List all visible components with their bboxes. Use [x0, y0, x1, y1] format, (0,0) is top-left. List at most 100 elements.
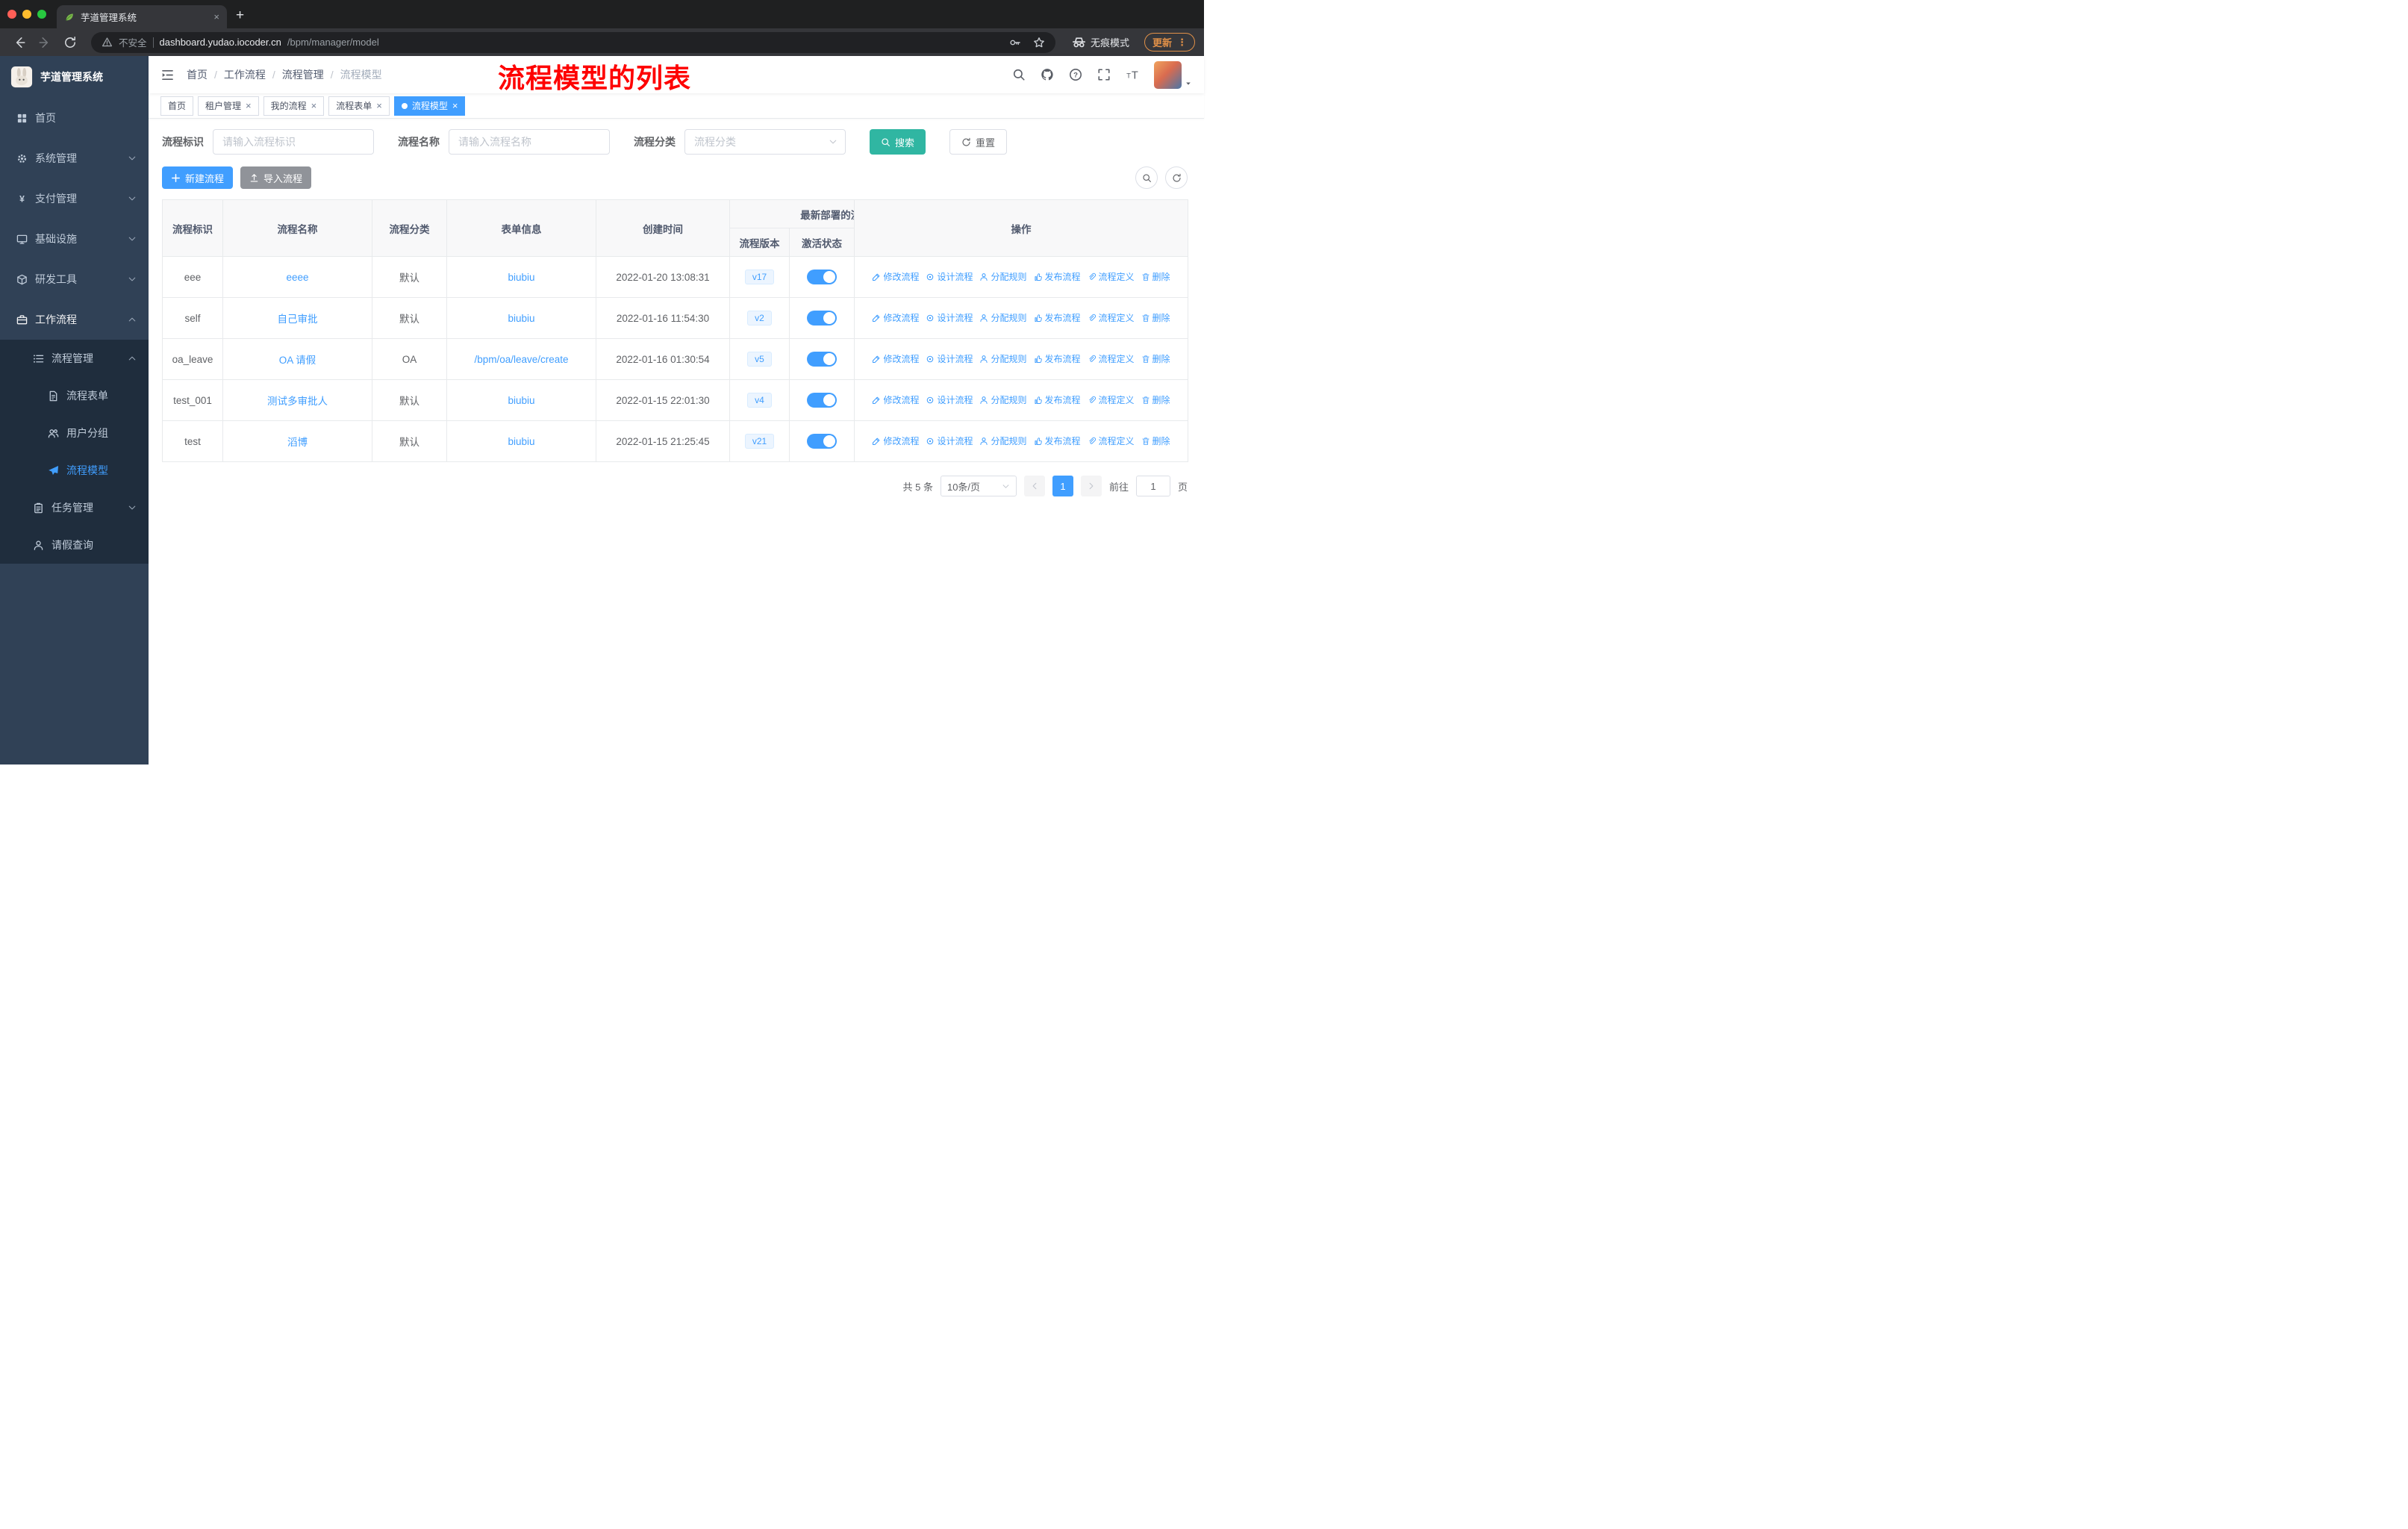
avatar[interactable]: [1154, 60, 1182, 89]
refresh-table-button[interactable]: [1165, 166, 1188, 189]
publish-process-action[interactable]: 发布流程: [1034, 352, 1081, 365]
process-name-link[interactable]: 测试多审批人: [267, 396, 328, 407]
tag-item-2[interactable]: 我的流程 ×: [263, 96, 325, 116]
publish-process-action[interactable]: 发布流程: [1034, 393, 1081, 406]
process-definition-action[interactable]: 流程定义: [1088, 393, 1135, 406]
sidebar-item-4[interactable]: 研发工具: [0, 259, 149, 299]
sidebar-item-9[interactable]: 流程模型: [0, 452, 149, 489]
activation-toggle[interactable]: [807, 311, 837, 326]
sidebar-item-3[interactable]: 基础设施: [0, 219, 149, 259]
tag-close-icon[interactable]: ×: [376, 101, 382, 110]
prev-page-button[interactable]: [1023, 476, 1045, 496]
github-icon[interactable]: [1041, 68, 1054, 81]
publish-process-action[interactable]: 发布流程: [1034, 311, 1081, 324]
sidebar-fold-button[interactable]: [160, 68, 175, 82]
delete-action[interactable]: 删除: [1141, 311, 1170, 324]
edit-process-action[interactable]: 修改流程: [872, 435, 919, 447]
tag-close-icon[interactable]: ×: [311, 101, 317, 110]
sidebar-item-10[interactable]: 任务管理: [0, 489, 149, 526]
design-process-action[interactable]: 设计流程: [926, 270, 973, 283]
create-process-button[interactable]: 新建流程: [162, 166, 234, 189]
process-name-link[interactable]: OA 请假: [279, 355, 316, 366]
process-name-link[interactable]: 滔博: [287, 437, 308, 448]
form-info-link[interactable]: biubiu: [508, 395, 534, 406]
process-id-input[interactable]: [213, 129, 374, 155]
process-name-link[interactable]: 自己审批: [278, 314, 318, 325]
new-tab-button[interactable]: +: [236, 7, 244, 24]
design-process-action[interactable]: 设计流程: [926, 435, 973, 447]
reset-button[interactable]: 重置: [949, 129, 1008, 155]
activation-toggle[interactable]: [807, 393, 837, 408]
breadcrumb-item[interactable]: 流程管理: [266, 67, 324, 82]
publish-process-action[interactable]: 发布流程: [1034, 270, 1081, 283]
process-definition-action[interactable]: 流程定义: [1088, 311, 1135, 324]
delete-action[interactable]: 删除: [1141, 352, 1170, 365]
breadcrumb-item[interactable]: 首页: [187, 67, 208, 82]
window-close-button[interactable]: [7, 10, 16, 19]
assign-rule-action[interactable]: 分配规则: [979, 270, 1027, 283]
process-name-input[interactable]: [449, 129, 610, 155]
edit-process-action[interactable]: 修改流程: [872, 270, 919, 283]
tag-close-icon[interactable]: ×: [246, 101, 252, 110]
assign-rule-action[interactable]: 分配规则: [979, 311, 1027, 324]
tag-item-1[interactable]: 租户管理 ×: [198, 96, 259, 116]
edit-process-action[interactable]: 修改流程: [872, 352, 919, 365]
design-process-action[interactable]: 设计流程: [926, 352, 973, 365]
help-icon[interactable]: ?: [1069, 68, 1082, 81]
sidebar-item-5[interactable]: 工作流程: [0, 299, 149, 340]
browser-update-button[interactable]: 更新 ⋮: [1144, 33, 1195, 52]
assign-rule-action[interactable]: 分配规则: [979, 393, 1027, 406]
window-minimize-button[interactable]: [22, 10, 31, 19]
toggle-search-button[interactable]: [1135, 166, 1158, 189]
category-select[interactable]: 流程分类: [684, 129, 846, 155]
tag-item-4[interactable]: 流程模型 ×: [393, 96, 466, 116]
sidebar-item-8[interactable]: 用户分组: [0, 414, 149, 452]
edit-process-action[interactable]: 修改流程: [872, 393, 919, 406]
design-process-action[interactable]: 设计流程: [926, 311, 973, 324]
search-icon[interactable]: [1012, 68, 1026, 81]
browser-tab[interactable]: 芋道管理系统 ×: [57, 5, 227, 28]
next-page-button[interactable]: [1080, 476, 1102, 496]
forward-button[interactable]: [38, 36, 52, 49]
design-process-action[interactable]: 设计流程: [926, 393, 973, 406]
activation-toggle[interactable]: [807, 434, 837, 449]
sidebar-item-0[interactable]: 首页: [0, 98, 149, 138]
delete-action[interactable]: 删除: [1141, 393, 1170, 406]
activation-toggle[interactable]: [807, 270, 837, 284]
form-info-link[interactable]: biubiu: [508, 436, 534, 447]
form-info-link[interactable]: biubiu: [508, 272, 534, 283]
window-zoom-button[interactable]: [37, 10, 46, 19]
not-secure-label[interactable]: 不安全: [119, 35, 147, 49]
sidebar-item-2[interactable]: ¥ 支付管理: [0, 178, 149, 219]
reload-button[interactable]: [63, 36, 77, 49]
form-info-link[interactable]: biubiu: [508, 313, 534, 324]
sidebar-item-1[interactable]: 系统管理: [0, 138, 149, 178]
delete-action[interactable]: 删除: [1141, 435, 1170, 447]
sidebar-item-11[interactable]: 请假查询: [0, 526, 149, 564]
password-key-icon[interactable]: [1009, 37, 1021, 49]
search-button[interactable]: 搜索: [870, 129, 926, 155]
back-button[interactable]: [13, 36, 26, 49]
process-definition-action[interactable]: 流程定义: [1088, 352, 1135, 365]
process-definition-action[interactable]: 流程定义: [1088, 435, 1135, 447]
page-size-select[interactable]: 10条/页: [940, 476, 1017, 496]
current-page-button[interactable]: 1: [1052, 476, 1073, 496]
tag-close-icon[interactable]: ×: [452, 101, 458, 110]
process-name-link[interactable]: eeee: [286, 272, 308, 283]
form-info-link[interactable]: /bpm/oa/leave/create: [474, 354, 568, 365]
assign-rule-action[interactable]: 分配规则: [979, 352, 1027, 365]
sidebar-item-6[interactable]: 流程管理: [0, 340, 149, 377]
activation-toggle[interactable]: [807, 352, 837, 367]
sidebar-item-7[interactable]: 流程表单: [0, 377, 149, 414]
bookmark-star-icon[interactable]: [1033, 37, 1045, 49]
edit-process-action[interactable]: 修改流程: [872, 311, 919, 324]
import-process-button[interactable]: 导入流程: [240, 166, 312, 189]
address-bar[interactable]: 不安全 dashboard.yudao.iocoder.cn/bpm/manag…: [91, 31, 1055, 53]
process-definition-action[interactable]: 流程定义: [1088, 270, 1135, 283]
user-menu[interactable]: [1154, 60, 1192, 89]
goto-page-input[interactable]: [1135, 476, 1170, 496]
tab-close-icon[interactable]: ×: [213, 11, 219, 22]
delete-action[interactable]: 删除: [1141, 270, 1170, 283]
font-size-icon[interactable]: TT: [1126, 68, 1139, 81]
publish-process-action[interactable]: 发布流程: [1034, 435, 1081, 447]
